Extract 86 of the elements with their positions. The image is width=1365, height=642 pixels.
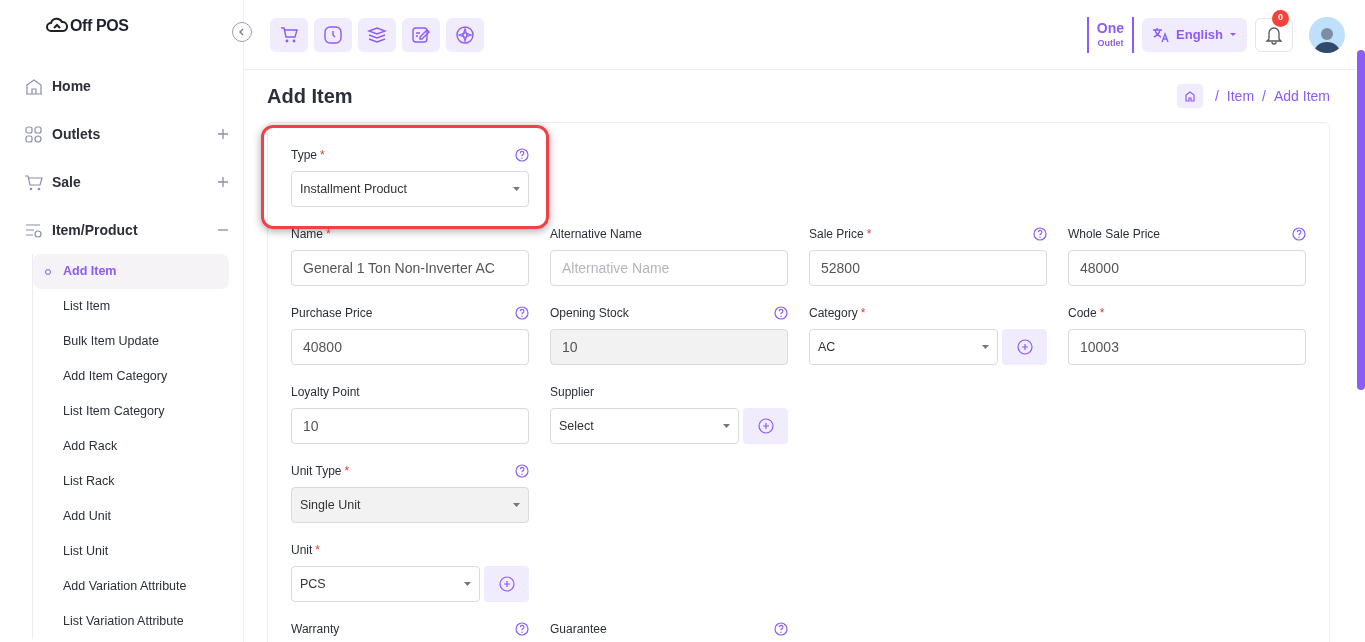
field-label: Purchase Price: [291, 305, 373, 322]
translate-icon: [1152, 26, 1171, 43]
cloud-logo-icon: [46, 17, 68, 35]
field-label: Name *: [291, 226, 331, 243]
text-field[interactable]: 40800: [291, 329, 529, 365]
caret-icon: [1229, 32, 1237, 37]
avatar-icon[interactable]: [1309, 16, 1345, 53]
submenu-item[interactable]: List Item: [33, 289, 229, 324]
plus-circle-icon: [498, 576, 515, 592]
shortcut-button[interactable]: [358, 17, 396, 52]
field-label: Type *: [291, 147, 325, 164]
caret-icon: [723, 424, 730, 428]
caret-icon: [513, 187, 520, 191]
language-dropdown[interactable]: English: [1142, 17, 1247, 52]
cart-icon: [24, 172, 43, 192]
text-field[interactable]: General 1 Ton Non-Inverter AC: [291, 250, 529, 286]
submenu-item[interactable]: Add Variation Attribute: [33, 569, 229, 604]
select-field[interactable]: AC: [809, 329, 998, 365]
outlet-indicator[interactable]: One Outlet: [1086, 16, 1135, 53]
shortcut-button[interactable]: [314, 17, 352, 52]
select-field[interactable]: PCS: [291, 566, 480, 602]
breadcrumb-link[interactable]: Add Item: [1273, 85, 1330, 107]
shortcut-button[interactable]: [446, 17, 484, 52]
chevron-left-icon: [238, 28, 246, 36]
field-label: Category *: [809, 305, 866, 322]
add-button[interactable]: [743, 408, 788, 444]
caret-icon: [464, 582, 471, 586]
sidebar-item[interactable]: Item/Product: [52, 219, 208, 241]
outlet-count: One: [1096, 21, 1125, 35]
sidebar-item[interactable]: Sale: [52, 171, 208, 193]
select-field[interactable]: Installment Product: [291, 171, 529, 207]
submenu-item[interactable]: List Unit: [33, 534, 229, 569]
shortcut-button[interactable]: [270, 17, 308, 52]
field-label: Unit Type *: [291, 463, 350, 480]
notification-badge: 0: [1272, 9, 1289, 27]
bell-icon: [1265, 24, 1283, 45]
breadcrumb-separator: /: [1262, 86, 1266, 106]
breadcrumb-separator: /: [1214, 86, 1219, 106]
home-icon[interactable]: [1176, 84, 1203, 108]
field-label: Whole Sale Price: [1068, 226, 1161, 243]
clock-icon: [323, 24, 343, 45]
text-field[interactable]: Alternative Name: [550, 250, 788, 286]
field-label: Code *: [1068, 305, 1105, 322]
field-label: Guarantee: [550, 621, 607, 638]
submenu-item[interactable]: List Item Category: [33, 394, 229, 429]
collapse-sidebar-button[interactable]: [232, 22, 252, 42]
field-label: Opening Stock: [550, 305, 629, 322]
grid-icon: [24, 124, 43, 144]
plus-circle-icon: [1016, 339, 1033, 355]
select-field[interactable]: Select: [550, 408, 739, 444]
field-label: Alternative Name: [550, 226, 643, 243]
field-label: Supplier: [550, 384, 595, 401]
outlet-label: Outlet: [1097, 39, 1124, 48]
breadcrumb-link[interactable]: Item: [1226, 85, 1255, 107]
submenu-item[interactable]: Add Rack: [33, 429, 229, 464]
edit-icon: [411, 24, 431, 45]
plus-icon[interactable]: [217, 176, 229, 188]
text-field[interactable]: 10003: [1068, 329, 1306, 365]
text-field[interactable]: 10: [291, 408, 529, 444]
plus-icon[interactable]: [217, 128, 229, 140]
field-label: Unit *: [291, 542, 320, 559]
submenu-item[interactable]: Add Unit: [33, 499, 229, 534]
sidebar-item[interactable]: Home: [52, 75, 229, 97]
layers-icon: [367, 24, 387, 45]
plus-circle-icon: [757, 418, 774, 434]
cart-icon: [279, 24, 299, 45]
text-field[interactable]: 48000: [1068, 250, 1306, 286]
sidebar-item[interactable]: Outlets: [52, 123, 208, 145]
caret-icon: [982, 345, 989, 349]
submenu-item[interactable]: List Variation Attribute: [33, 604, 229, 639]
text-field[interactable]: 52800: [809, 250, 1047, 286]
field-label: Loyalty Point: [291, 384, 360, 401]
submenu-item[interactable]: Add Item Category: [33, 359, 229, 394]
submenu-item[interactable]: Add Item: [33, 254, 229, 289]
add-button[interactable]: [484, 566, 529, 602]
submenu-item[interactable]: Bulk Item Update: [33, 324, 229, 359]
page-title: Add Item: [267, 84, 353, 109]
scrollbar-thumb[interactable]: [1357, 50, 1365, 390]
submenu-item[interactable]: List Rack: [33, 464, 229, 499]
caret-icon: [513, 503, 520, 507]
field-label: Warranty: [291, 621, 340, 638]
field-label: Sale Price *: [809, 226, 872, 243]
compass-icon: [455, 24, 475, 45]
shortcut-button[interactable]: [402, 17, 440, 52]
brand-logo[interactable]: Off POS: [46, 14, 129, 38]
add-button[interactable]: [1002, 329, 1047, 365]
